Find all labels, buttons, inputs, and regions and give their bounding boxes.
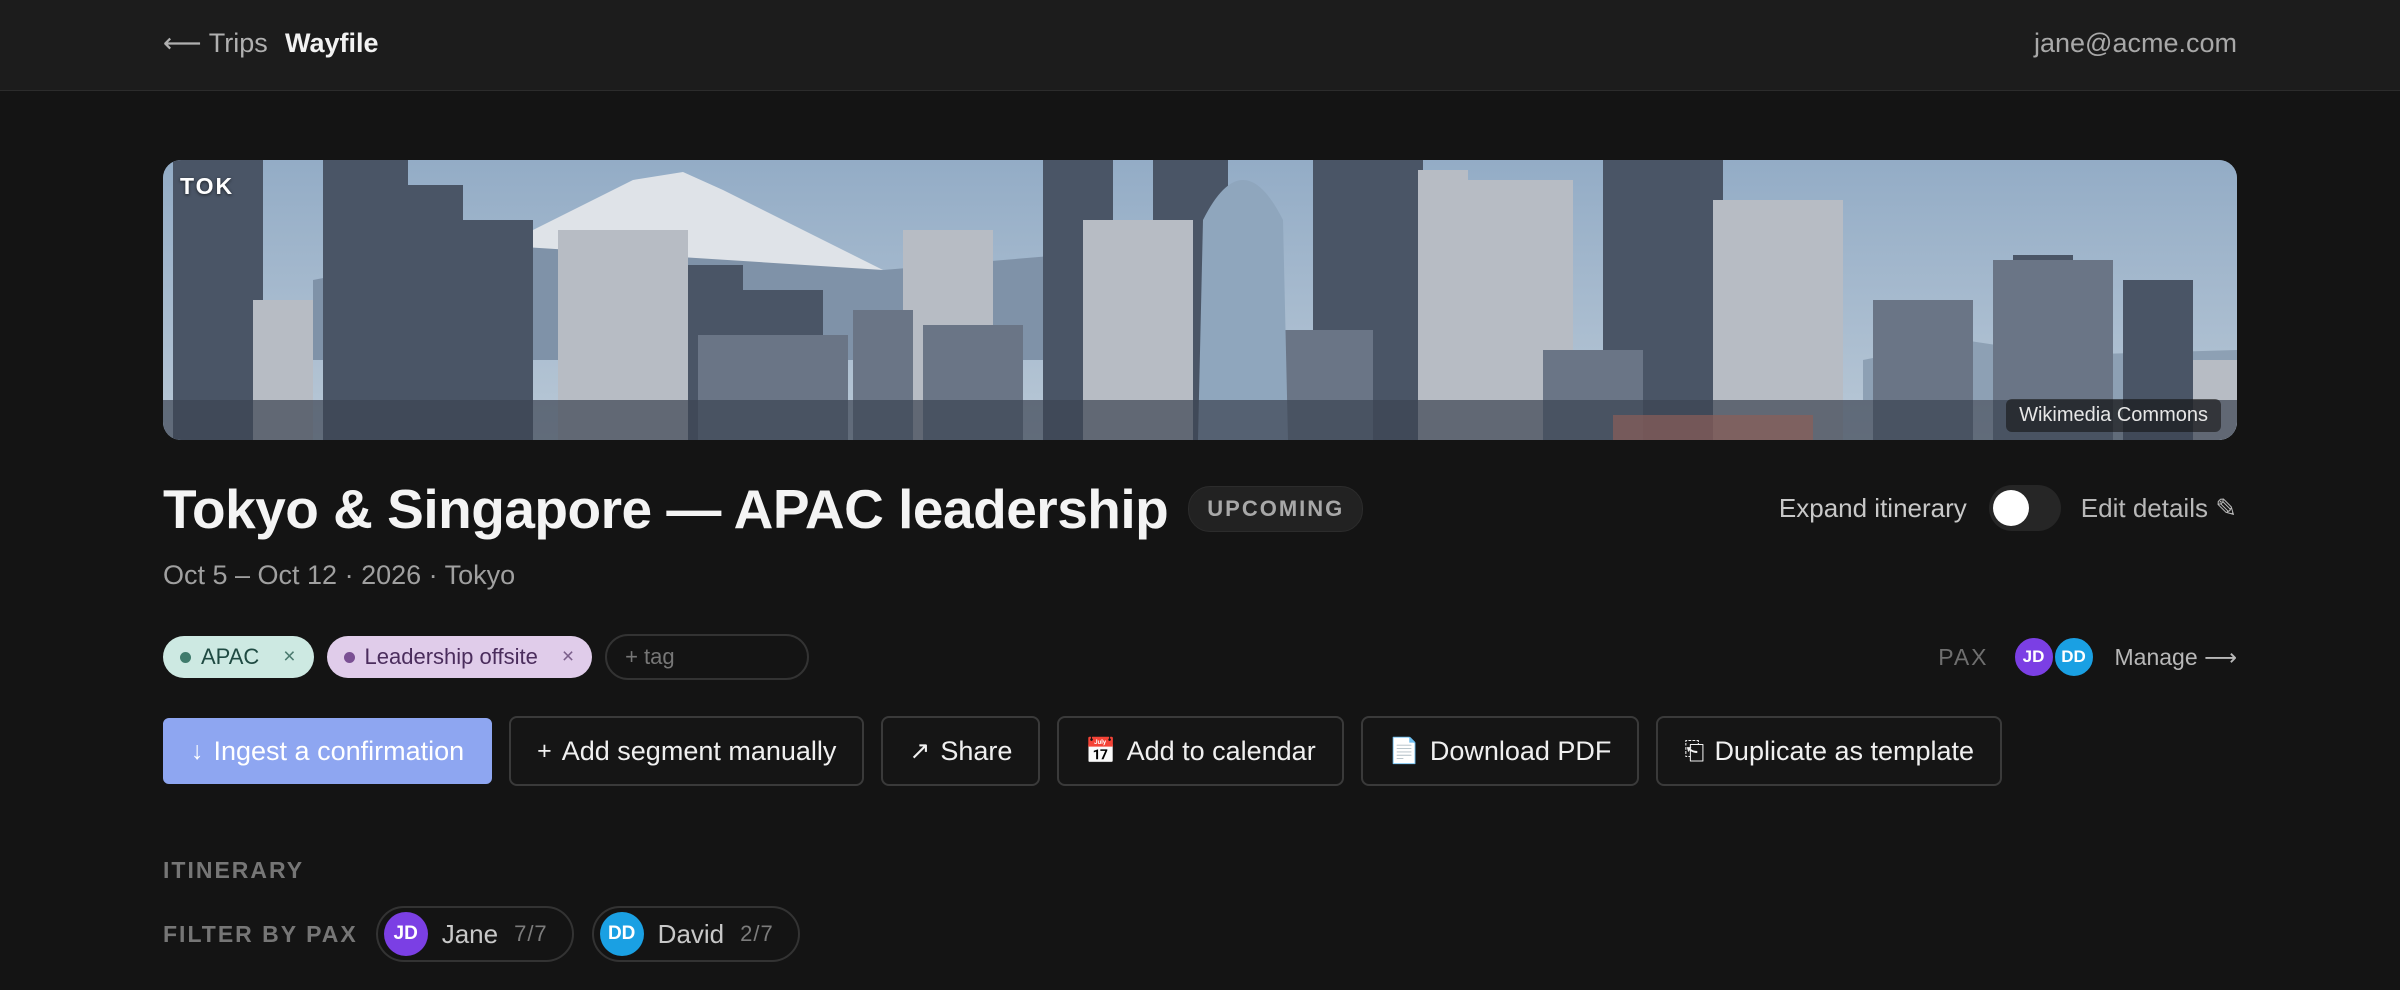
itinerary-heading: ITINERARY: [163, 857, 305, 883]
download-pdf-button[interactable]: 📄 Download PDF: [1360, 716, 1640, 786]
ingest-confirmation-button[interactable]: ↓ Ingest a confirmation: [163, 718, 493, 784]
pax-filter-chip-jane[interactable]: JD Jane 7/7: [375, 906, 574, 962]
city-skyline-illustration: [163, 160, 2237, 440]
add-segment-button[interactable]: + Add segment manually: [509, 716, 865, 786]
back-to-trips-link[interactable]: ⟵ Trips: [163, 28, 268, 59]
chip-count: 2/7: [740, 921, 774, 946]
share-arrow-icon: ↗: [909, 737, 931, 765]
add-tag-input[interactable]: [605, 634, 810, 680]
edit-details-button[interactable]: Edit details ✎: [2081, 493, 2237, 524]
avatar[interactable]: DD: [2052, 636, 2095, 678]
top-bar: ⟵ Trips Wayfile jane@acme.com: [0, 0, 2400, 91]
tag-dot-icon: [180, 651, 191, 663]
remove-tag-icon[interactable]: ×: [562, 645, 574, 669]
expand-itinerary-label: Expand itinerary: [1778, 492, 1967, 523]
pax-label: PAX: [1938, 643, 1989, 670]
user-email[interactable]: jane@acme.com: [2034, 28, 2237, 59]
tag-apac[interactable]: APAC ×: [163, 636, 314, 678]
button-label: Ingest a confirmation: [213, 735, 465, 766]
share-button[interactable]: ↗ Share: [881, 716, 1041, 786]
tags-row: APAC × Leadership offsite ×: [163, 634, 810, 680]
chip-name: Jane: [441, 918, 499, 949]
actions-toolbar: ↓ Ingest a confirmation + Add segment ma…: [163, 716, 2019, 786]
document-icon: 📄: [1388, 736, 1420, 765]
tag-leadership-offsite[interactable]: Leadership offsite ×: [326, 636, 593, 678]
chip-count: 7/7: [514, 921, 548, 946]
button-label: Duplicate as template: [1714, 735, 1975, 766]
button-label: Add segment manually: [561, 735, 837, 766]
tag-label: APAC: [201, 644, 260, 669]
title-controls: Expand itinerary Edit details ✎: [1779, 485, 2237, 531]
download-arrow-icon: ↓: [191, 736, 204, 765]
calendar-icon: 📅: [1085, 736, 1117, 765]
pax-filter-row: FILTER BY PAX JD Jane 7/7 DD David 2/7: [163, 906, 818, 962]
tag-label: Leadership offsite: [364, 644, 538, 669]
avatar: JD: [383, 912, 428, 956]
button-label: Download PDF: [1429, 735, 1612, 766]
manage-pax-link[interactable]: Manage ⟶: [2115, 644, 2237, 671]
brand-logo: Wayfile: [285, 28, 379, 58]
remove-tag-icon[interactable]: ×: [283, 645, 295, 669]
status-badge: UPCOMING: [1188, 486, 1364, 532]
city-code: TOK: [180, 173, 235, 199]
toggle-knob: [1992, 490, 2029, 526]
avatar: DD: [599, 912, 644, 956]
title-row: Tokyo & Singapore — APAC leadership UPCO…: [163, 474, 1364, 544]
button-label: Add to calendar: [1126, 735, 1316, 766]
filter-by-pax-label: FILTER BY PAX: [163, 920, 358, 947]
button-label: Share: [940, 735, 1013, 766]
copy-icon: ⎗: [1684, 736, 1705, 765]
image-credit[interactable]: Wikimedia Commons: [2006, 399, 2221, 432]
trip-dates: Oct 5 – Oct 12 · 2026 · Tokyo: [163, 560, 516, 590]
hero-image: TOK Wikimedia Commons: [163, 160, 2237, 440]
trip-title: Tokyo & Singapore — APAC leadership: [163, 478, 1169, 540]
avatar[interactable]: JD: [2012, 636, 2055, 678]
tag-dot-icon: [343, 651, 355, 663]
chip-name: David: [657, 918, 725, 949]
plus-icon: +: [537, 736, 552, 765]
duplicate-template-button[interactable]: ⎗ Duplicate as template: [1656, 716, 2003, 786]
pax-filter-chip-david[interactable]: DD David 2/7: [591, 906, 800, 962]
add-to-calendar-button[interactable]: 📅 Add to calendar: [1057, 716, 1344, 786]
pax-row: PAX JD DD Manage ⟶: [1938, 634, 2237, 680]
expand-itinerary-toggle[interactable]: [1988, 485, 2061, 531]
